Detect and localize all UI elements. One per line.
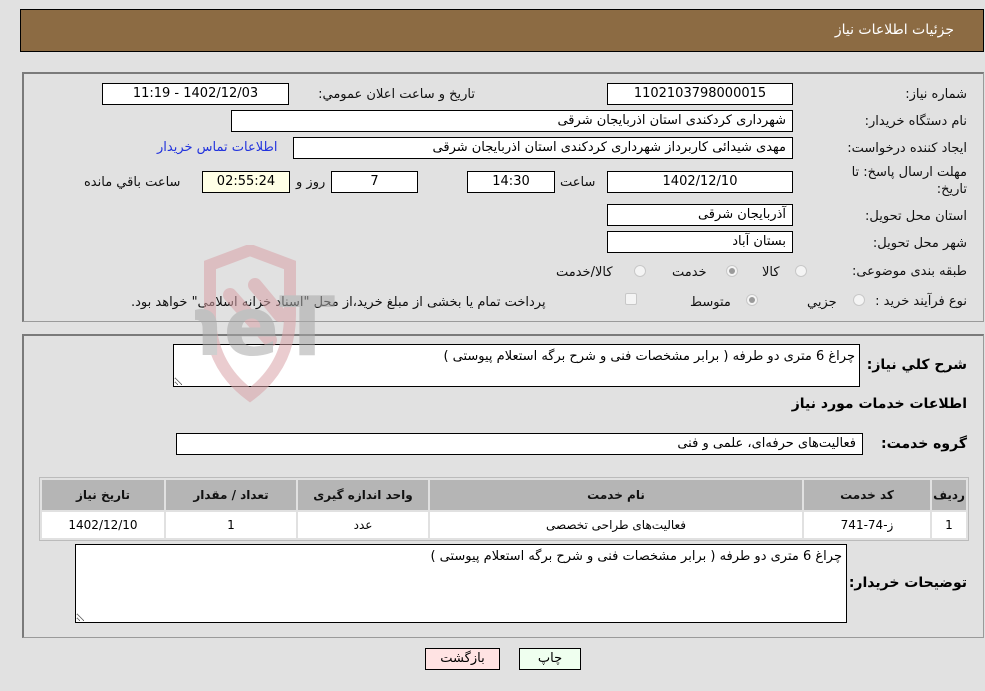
services-section-title: اطلاعات خدمات مورد نیاز: [791, 396, 967, 412]
purchase-process-label: نوع فرآیند خرید :: [875, 294, 967, 309]
need-number-field: 1102103798000015: [607, 83, 793, 105]
category-radio-goods[interactable]: [795, 265, 807, 277]
treasury-checkbox-label: پرداخت تمام یا بخشی از مبلغ خرید،از محل …: [131, 295, 546, 310]
deadline-date-field: 1402/12/10: [607, 171, 793, 193]
buyer-notes-label: توضیحات خریدار:: [848, 575, 967, 591]
days-label: روز و: [296, 175, 326, 190]
col-header-unit: واحد اندازه گیری: [296, 478, 430, 512]
cell-service-code: ز-74-741: [802, 510, 932, 540]
col-header-row-number: ردیف: [930, 478, 968, 512]
buyer-org-label: نام دستگاه خریدار:: [864, 114, 967, 129]
requester-label: ایجاد کننده درخواست:: [847, 141, 967, 156]
cell-row-number: 1: [930, 510, 968, 540]
cell-service-name: فعالیت‌های طراحی تخصصی: [428, 510, 804, 540]
col-header-quantity: تعداد / مقدار: [164, 478, 298, 512]
page-header: جزئیات اطلاعات نیاز: [20, 9, 984, 52]
treasury-checkbox[interactable]: [625, 293, 637, 305]
service-group-field: فعالیت‌های حرفه‌ای، علمی و فنی: [176, 433, 863, 455]
col-header-service-code: کد خدمت: [802, 478, 932, 512]
deadline-time-label: ساعت: [560, 175, 596, 190]
city-field: بستان آباد: [607, 231, 793, 253]
days-remaining-field: 7: [331, 171, 418, 193]
col-header-service-name: نام خدمت: [428, 478, 804, 512]
summary-label: شرح کلي نیاز:: [866, 357, 967, 373]
buyer-org-field: شهرداری کردکندی استان اذربایجان شرقی: [231, 110, 793, 132]
need-number-label: شماره نیاز:: [905, 87, 967, 102]
back-button[interactable]: بازگشت: [425, 648, 500, 670]
category-option-goods-service: کالا/خدمت: [556, 265, 613, 280]
deadline-time-field: 14:30: [467, 171, 555, 193]
province-field: آذربایجان شرقی: [607, 204, 793, 226]
category-option-service: خدمت: [672, 265, 707, 280]
category-radio-service[interactable]: [726, 265, 738, 277]
page-title: جزئیات اطلاعات نیاز: [834, 22, 954, 38]
services-table-header: ردیف کد خدمت نام خدمت واحد اندازه گیری ت…: [40, 478, 968, 512]
process-option-medium: متوسط: [690, 295, 731, 310]
remaining-time-label: ساعت باقي مانده: [84, 175, 181, 190]
province-label: استان محل تحویل:: [865, 209, 967, 224]
deadline-label-line2: تاریخ:: [936, 182, 967, 197]
process-radio-medium[interactable]: [746, 294, 758, 306]
buyer-contact-link[interactable]: اطلاعات تماس خریدار: [157, 140, 277, 155]
buyer-notes-textarea[interactable]: چراغ 6 متری دو طرفه ( برابر مشخصات فنی و…: [75, 544, 847, 623]
summary-textarea[interactable]: چراغ 6 متری دو طرفه ( برابر مشخصات فنی و…: [173, 344, 860, 387]
service-group-label: گروه خدمت:: [881, 436, 967, 452]
announce-date-field: 1402/12/03 - 11:19: [102, 83, 289, 105]
print-button[interactable]: چاپ: [519, 648, 581, 670]
remaining-time-field: 02:55:24: [202, 171, 290, 193]
requester-field: مهدی شیدائی کاربرداز شهرداری کردکندی است…: [293, 137, 793, 159]
category-radio-goods-service[interactable]: [634, 265, 646, 277]
cell-need-date: 1402/12/10: [40, 510, 166, 540]
announce-date-label: تاریخ و ساعت اعلان عمومي:: [318, 87, 475, 102]
category-option-goods: کالا: [762, 265, 780, 280]
cell-unit: عدد: [296, 510, 430, 540]
services-table: ردیف کد خدمت نام خدمت واحد اندازه گیری ت…: [39, 477, 969, 541]
cell-quantity: 1: [164, 510, 298, 540]
col-header-need-date: تاریخ نیاز: [40, 478, 166, 512]
city-label: شهر محل تحویل:: [872, 236, 967, 251]
process-option-minor: جزيي: [807, 295, 837, 310]
category-label: طبقه بندی موضوعی:: [851, 264, 967, 279]
table-row: 1 ز-74-741 فعالیت‌های طراحی تخصصی عدد 1 …: [40, 510, 968, 540]
deadline-label-line1: مهلت ارسال پاسخ: تا: [851, 165, 967, 180]
process-radio-minor[interactable]: [853, 294, 865, 306]
